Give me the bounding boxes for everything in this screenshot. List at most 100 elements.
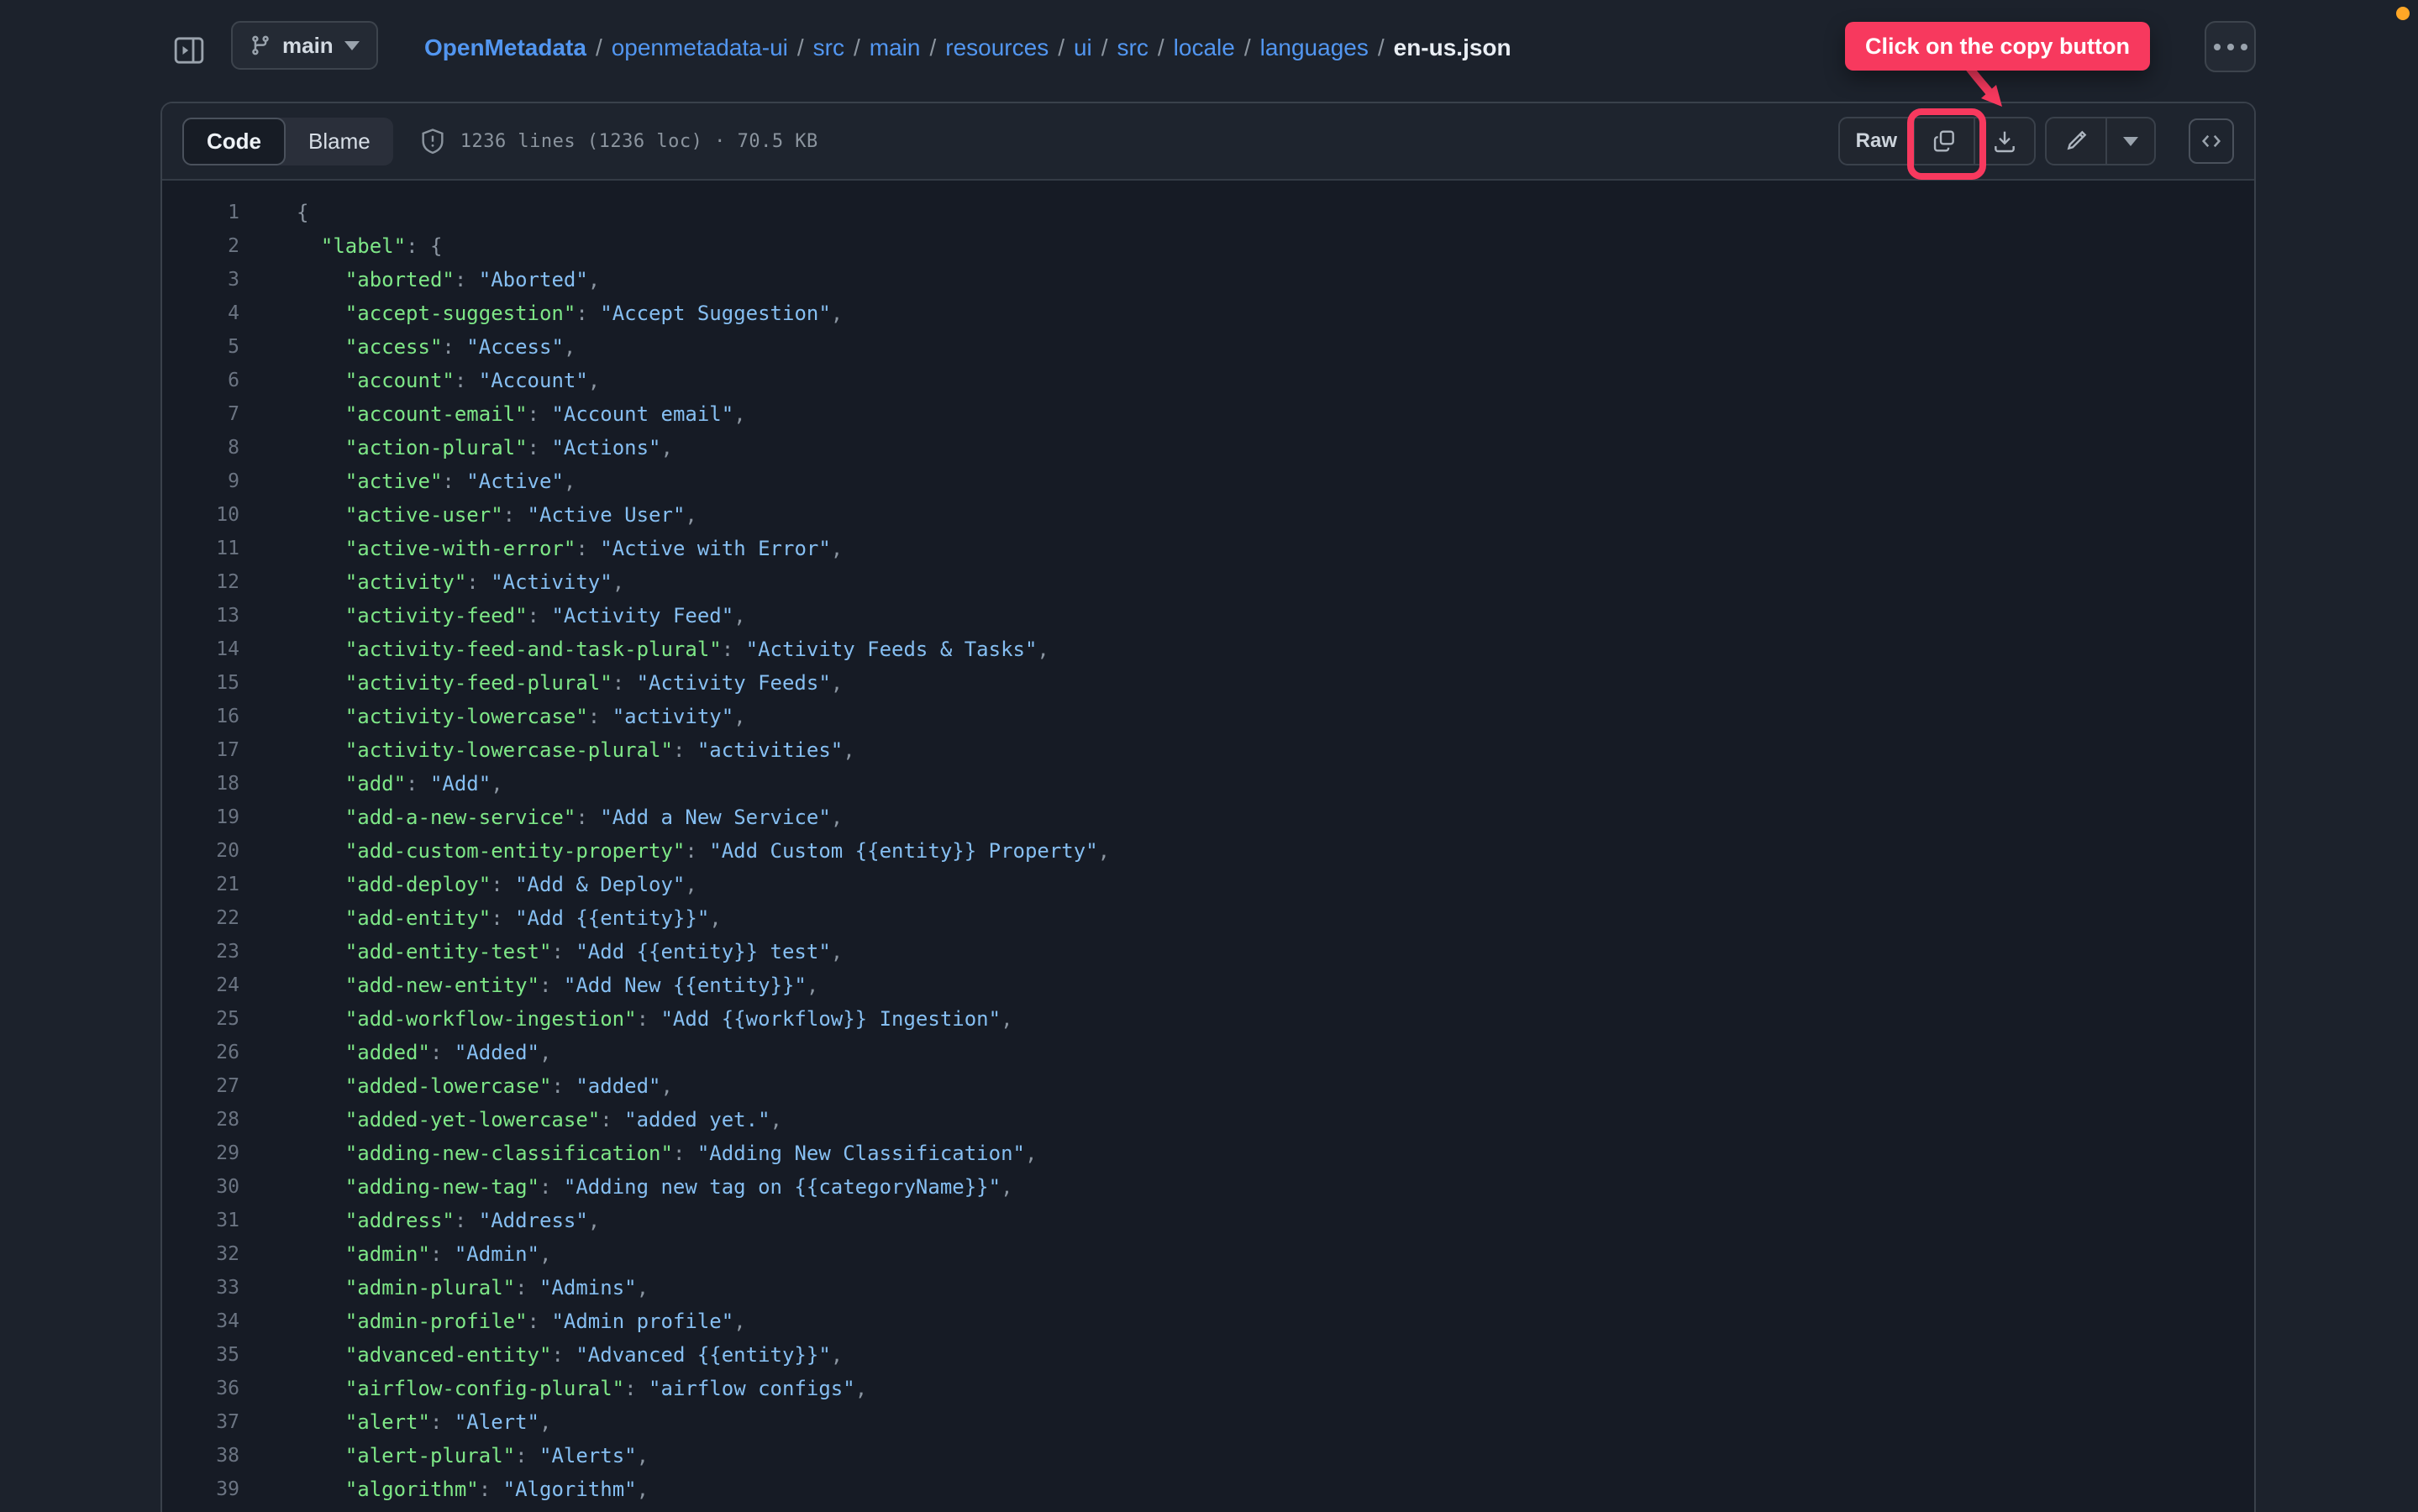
code-text: { <box>297 201 309 224</box>
code-text: "activity-feed-and-task-plural": "Activi… <box>344 638 1049 661</box>
breadcrumb-path-link-5[interactable]: src <box>1117 34 1149 61</box>
line-number[interactable]: 10 <box>162 498 239 532</box>
file-view-panel: Code Blame 1236 lines (1236 loc) · 70.5 … <box>160 102 2256 1512</box>
code-text: "access": "Access", <box>344 335 576 359</box>
line-number[interactable]: 4 <box>162 297 239 330</box>
code-line: 24 "add-new-entity": "Add New {{entity}}… <box>162 969 2254 1002</box>
code-text: "alert": "Alert", <box>344 1410 552 1434</box>
breadcrumb-path-link-0[interactable]: openmetadata-ui <box>612 34 788 61</box>
line-number[interactable]: 25 <box>162 1002 239 1036</box>
line-number[interactable]: 15 <box>162 666 239 700</box>
raw-button[interactable]: Raw <box>1840 118 1913 164</box>
breadcrumb-path-link-1[interactable]: src <box>813 34 844 61</box>
code-line: 5 "access": "Access", <box>162 330 2254 364</box>
line-number[interactable]: 27 <box>162 1069 239 1103</box>
breadcrumb-path-link-4[interactable]: ui <box>1074 34 1092 61</box>
code-text: "admin-plural": "Admins", <box>344 1276 649 1299</box>
breadcrumb-path-link-2[interactable]: main <box>870 34 921 61</box>
code-line: 2 "label": { <box>162 229 2254 263</box>
line-number[interactable]: 33 <box>162 1271 239 1305</box>
file-header-toolbar: Code Blame 1236 lines (1236 loc) · 70.5 … <box>162 103 2254 181</box>
download-raw-file-button[interactable] <box>1974 118 2034 164</box>
edit-file-button[interactable] <box>2047 118 2105 164</box>
code-text: "active-with-error": "Active with Error"… <box>344 537 844 560</box>
code-line: 1{ <box>162 196 2254 229</box>
line-number[interactable]: 1 <box>162 196 239 229</box>
code-line: 10 "active-user": "Active User", <box>162 498 2254 532</box>
code-line: 32 "admin": "Admin", <box>162 1237 2254 1271</box>
line-number[interactable]: 14 <box>162 633 239 666</box>
breadcrumb-path-link-7[interactable]: languages <box>1260 34 1369 61</box>
code-line: 7 "account-email": "Account email", <box>162 397 2254 431</box>
copy-icon <box>1933 130 1954 152</box>
line-number[interactable]: 39 <box>162 1473 239 1506</box>
line-number[interactable]: 11 <box>162 532 239 565</box>
symbols-panel-button[interactable] <box>2189 118 2234 164</box>
code-line: 37 "alert": "Alert", <box>162 1405 2254 1439</box>
code-line: 17 "activity-lowercase-plural": "activit… <box>162 733 2254 767</box>
line-number[interactable]: 37 <box>162 1405 239 1439</box>
line-number[interactable]: 34 <box>162 1305 239 1338</box>
copy-raw-content-button[interactable] <box>1915 118 1974 164</box>
line-number[interactable]: 2 <box>162 229 239 263</box>
line-number[interactable]: 17 <box>162 733 239 767</box>
code-text: "added-lowercase": "added", <box>344 1074 673 1098</box>
line-number[interactable]: 19 <box>162 801 239 834</box>
line-number[interactable]: 35 <box>162 1338 239 1372</box>
line-number[interactable]: 29 <box>162 1137 239 1170</box>
breadcrumb-separator: / <box>1058 34 1064 60</box>
line-number[interactable]: 31 <box>162 1204 239 1237</box>
edit-group <box>2045 117 2156 165</box>
github-file-view: { "topbar": { "branch_label": "main", "b… <box>0 0 2418 1512</box>
line-number[interactable]: 23 <box>162 935 239 969</box>
code-text: "aborted": "Aborted", <box>344 268 601 291</box>
code-line: 33 "admin-plural": "Admins", <box>162 1271 2254 1305</box>
tab-blame[interactable]: Blame <box>286 118 393 165</box>
edit-options-dropdown-button[interactable] <box>2105 118 2154 164</box>
line-number[interactable]: 16 <box>162 700 239 733</box>
line-number[interactable]: 22 <box>162 901 239 935</box>
code-text: "accept-suggestion": "Accept Suggestion"… <box>344 302 844 325</box>
line-number[interactable]: 6 <box>162 364 239 397</box>
code-text: "activity-lowercase-plural": "activities… <box>344 738 855 762</box>
code-text: "adding-new-classification": "Adding New… <box>344 1142 1038 1165</box>
code-text: "advanced-entity": "Advanced {{entity}}"… <box>344 1343 844 1367</box>
breadcrumb-separator: / <box>853 34 860 60</box>
code-text: "added": "Added", <box>344 1041 552 1064</box>
tab-code[interactable]: Code <box>182 117 286 165</box>
breadcrumb-path-link-6[interactable]: locale <box>1174 34 1235 61</box>
breadcrumb-path-link-3[interactable]: resources <box>945 34 1049 61</box>
line-number[interactable]: 40 <box>162 1506 239 1512</box>
line-number[interactable]: 9 <box>162 465 239 498</box>
line-number[interactable]: 36 <box>162 1372 239 1405</box>
expand-file-tree-button[interactable] <box>171 32 208 69</box>
breadcrumb-separator: / <box>1243 34 1251 60</box>
code-line: 21 "add-deploy": "Add & Deploy", <box>162 868 2254 901</box>
code-text: "add-custom-entity-property": "Add Custo… <box>344 839 1111 863</box>
line-number[interactable]: 24 <box>162 969 239 1002</box>
line-number[interactable]: 12 <box>162 565 239 599</box>
code-text: "algorithm": "Algorithm", <box>344 1478 649 1501</box>
code-line: 35 "advanced-entity": "Advanced {{entity… <box>162 1338 2254 1372</box>
line-number[interactable]: 13 <box>162 599 239 633</box>
code-text: "activity-feed": "Activity Feed", <box>344 604 746 627</box>
line-number[interactable]: 18 <box>162 767 239 801</box>
line-number[interactable]: 7 <box>162 397 239 431</box>
line-number[interactable]: 28 <box>162 1103 239 1137</box>
line-number[interactable]: 21 <box>162 868 239 901</box>
branch-selector-button[interactable]: main <box>231 21 378 70</box>
breadcrumb-repo-link[interactable]: OpenMetadata <box>424 34 586 61</box>
line-number[interactable]: 3 <box>162 263 239 297</box>
code-line: 4 "accept-suggestion": "Accept Suggestio… <box>162 297 2254 330</box>
line-number[interactable]: 5 <box>162 330 239 364</box>
ellipsis-icon <box>2213 43 2221 50</box>
line-number[interactable]: 8 <box>162 431 239 465</box>
more-options-button[interactable] <box>2205 21 2256 72</box>
breadcrumb-file-name: en-us.json <box>1393 34 1511 60</box>
line-number[interactable]: 30 <box>162 1170 239 1204</box>
line-number[interactable]: 20 <box>162 834 239 868</box>
breadcrumb-separator: / <box>1157 34 1164 60</box>
line-number[interactable]: 32 <box>162 1237 239 1271</box>
line-number[interactable]: 26 <box>162 1036 239 1069</box>
line-number[interactable]: 38 <box>162 1439 239 1473</box>
